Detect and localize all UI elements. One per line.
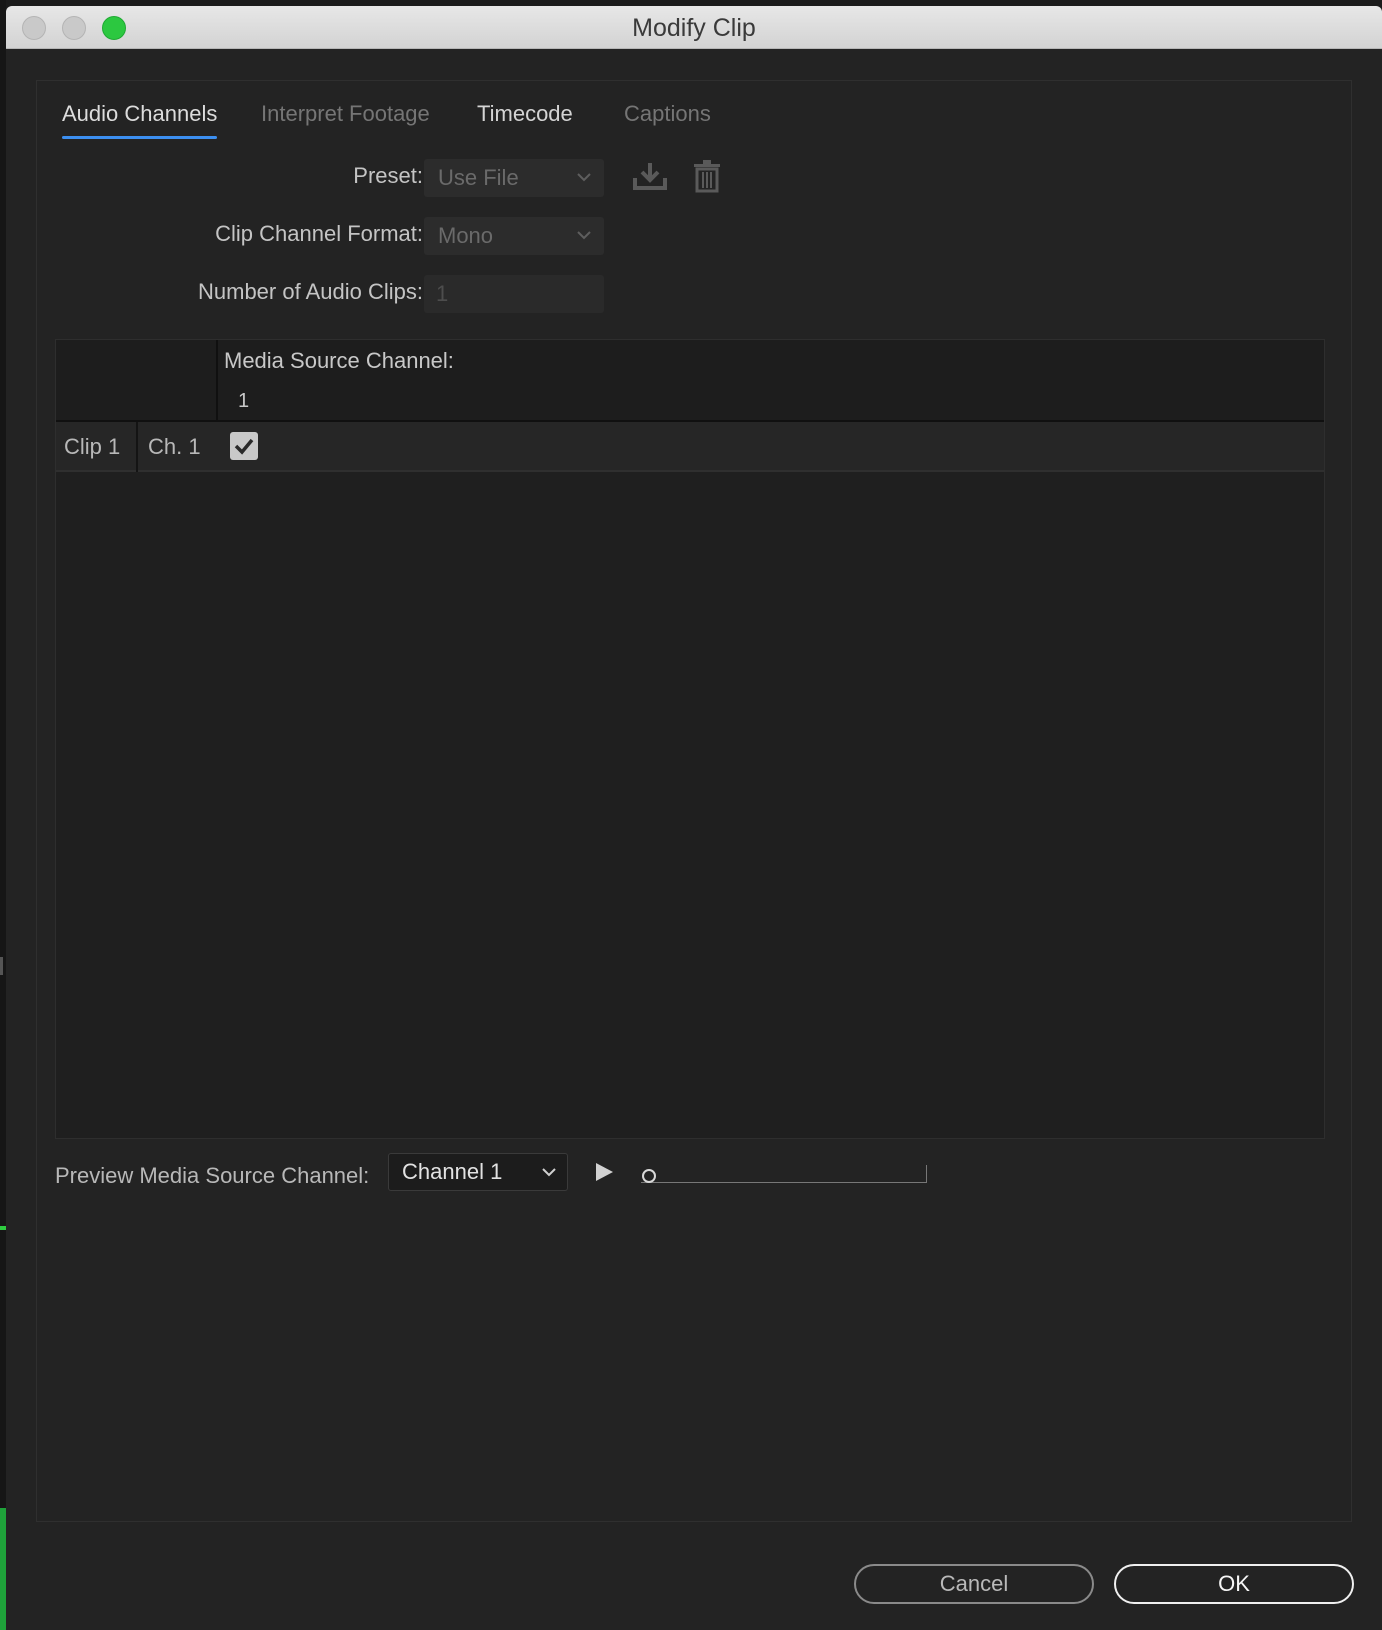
preset-value: Use File (438, 165, 519, 190)
channel-mapping-grid: Media Source Channel: 1 Clip 1 Ch. 1 (55, 339, 1325, 1139)
media-source-channel-header: Media Source Channel: (224, 348, 454, 373)
channel-format-select[interactable]: Mono (424, 217, 604, 255)
channel-mapping-checkbox[interactable] (230, 432, 258, 460)
chevron-down-icon (542, 1168, 556, 1177)
tab-audio-channels[interactable]: Audio Channels (62, 99, 218, 143)
active-tab-indicator (62, 136, 218, 139)
preset-select[interactable]: Use File (424, 159, 604, 197)
tab-label: Captions (624, 101, 711, 126)
tab-label: Audio Channels (62, 101, 218, 126)
download-icon[interactable] (633, 161, 667, 191)
titlebar: Modify Clip (6, 6, 1382, 49)
tab-timecode[interactable]: Timecode (477, 99, 573, 143)
modify-clip-dialog: Modify Clip Audio Channels Interpret Foo… (6, 6, 1382, 1630)
num-audio-clips-label: Number of Audio Clips: (198, 279, 423, 304)
preview-scrubber-track[interactable] (641, 1165, 927, 1183)
preview-channel-value: Channel 1 (402, 1159, 503, 1184)
channel-format-value: Mono (438, 223, 494, 248)
table-row: Clip 1 Ch. 1 (56, 422, 1324, 472)
channel-cell: Ch. 1 (148, 434, 201, 459)
grid-divider (136, 422, 138, 472)
grid-header: Media Source Channel: 1 (56, 340, 1324, 422)
preview-channel-label: Preview Media Source Channel: (55, 1163, 370, 1188)
trash-icon[interactable] (693, 159, 721, 193)
chevron-down-icon (577, 173, 591, 182)
preset-label: Preset: (353, 163, 423, 188)
background-marker (0, 957, 3, 975)
ok-button[interactable]: OK (1114, 1564, 1354, 1604)
preview-channel-select[interactable]: Channel 1 (388, 1153, 568, 1191)
channel-format-label: Clip Channel Format: (215, 221, 423, 246)
preview-scrubber-handle[interactable] (642, 1169, 656, 1183)
tab-label: Timecode (477, 101, 573, 126)
checkmark-icon (234, 438, 254, 455)
play-icon[interactable] (593, 1161, 615, 1183)
clip-cell: Clip 1 (64, 434, 121, 459)
dialog-content-panel: Audio Channels Interpret Footage Timecod… (36, 80, 1352, 1522)
tab-interpret-footage[interactable]: Interpret Footage (261, 99, 430, 143)
source-channel-number: 1 (238, 390, 250, 412)
tab-captions[interactable]: Captions (624, 99, 711, 143)
window-title: Modify Clip (632, 14, 756, 42)
cancel-button[interactable]: Cancel (854, 1564, 1094, 1604)
tab-label: Interpret Footage (261, 101, 430, 126)
chevron-down-icon (577, 231, 591, 240)
num-audio-clips-input[interactable]: 1 (424, 275, 604, 313)
